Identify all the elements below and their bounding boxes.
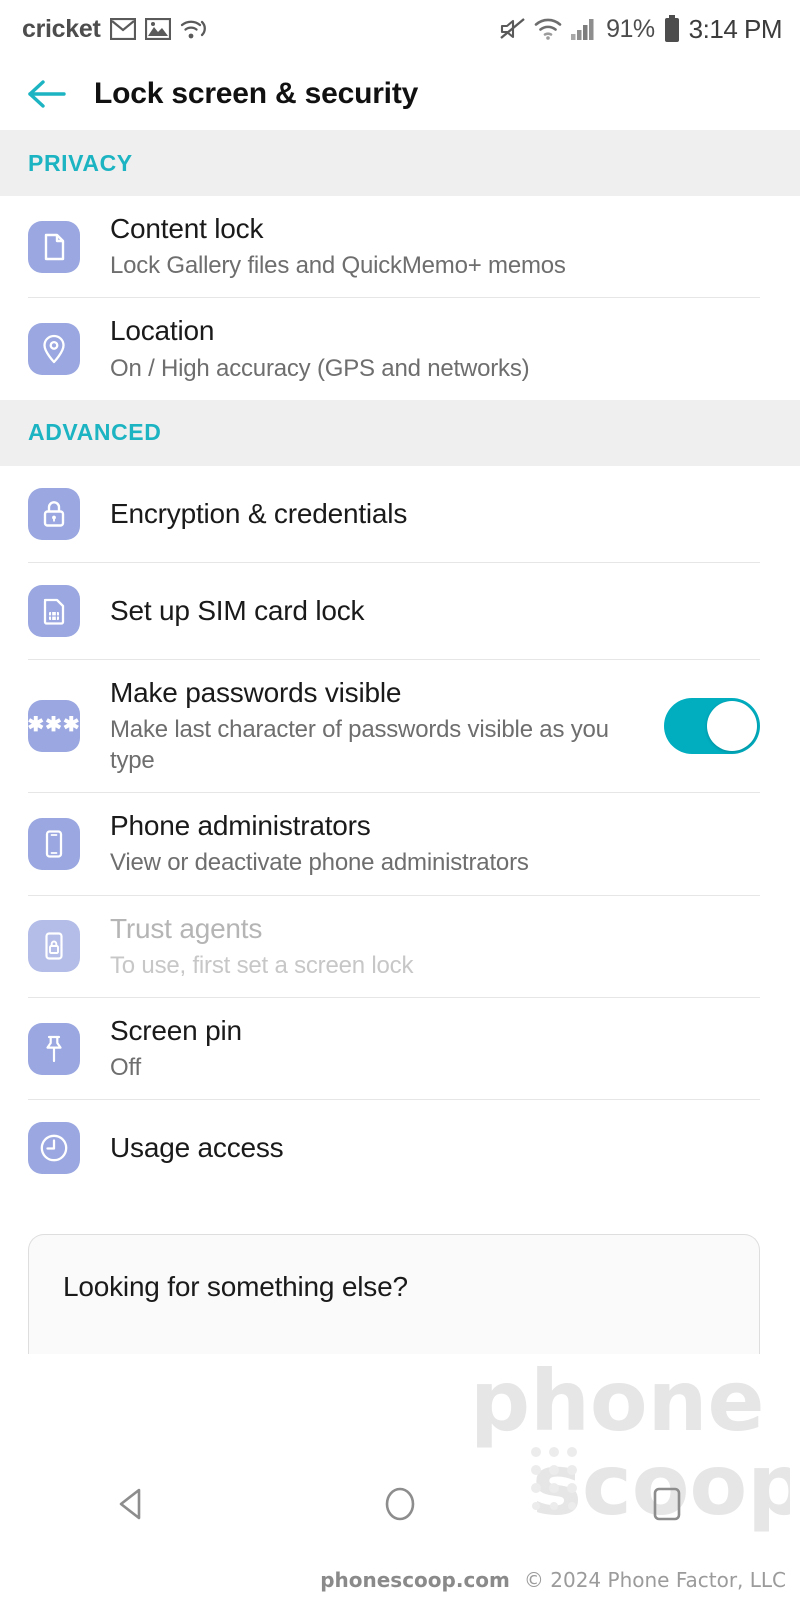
gmail-icon (109, 18, 136, 40)
wifi-calling-icon (180, 17, 206, 41)
photos-icon (144, 18, 171, 40)
phone-screen: cricket 91% 3:14 PM Lock screen & securi… (0, 0, 800, 1600)
nav-recents-icon[interactable] (607, 1464, 727, 1544)
settings-row[interactable]: Encryption & credentials (0, 465, 800, 562)
settings-row-texts: Trust agents To use, first set a screen l… (110, 896, 760, 997)
list-bottom-spacer (0, 1196, 800, 1235)
phone-icon (28, 817, 80, 870)
settings-row-subtitle: Make last character of passwords visible… (110, 715, 609, 775)
wifi-icon (534, 17, 562, 41)
clock-icon (28, 1122, 80, 1175)
lock-icon (28, 487, 80, 540)
system-navigation-bar (0, 1454, 800, 1554)
settings-row: Trust agents To use, first set a screen l… (0, 895, 800, 997)
location-pin-icon (28, 323, 80, 376)
settings-row[interactable]: Usage access (0, 1100, 800, 1197)
section-header-privacy: PRIVACY (0, 130, 800, 196)
settings-row[interactable]: Set up SIM card lock (0, 562, 800, 659)
toggle-knob (707, 700, 757, 751)
settings-list: PRIVACY Content lock Lock Gallery files an… (0, 130, 800, 1355)
settings-row-title: Screen pin (110, 1014, 242, 1046)
nav-back-icon[interactable] (73, 1464, 193, 1544)
settings-row-title: Make passwords visible (110, 676, 402, 708)
settings-row-subtitle: To use, first set a screen lock (110, 951, 414, 979)
section-header-advanced: ADVANCED (0, 399, 800, 466)
settings-row-texts: Screen pin Off (110, 998, 760, 1099)
settings-row-texts: Usage access (110, 1115, 760, 1181)
section-header-label: PRIVACY (28, 149, 133, 176)
status-bar-right: 91% 3:14 PM (499, 13, 783, 45)
settings-row[interactable]: ✱✱✱ Make passwords visible Make last chara… (0, 659, 800, 793)
settings-row-subtitle: Off (110, 1054, 141, 1082)
settings-row-title: Phone administrators (110, 810, 371, 842)
document-icon (28, 220, 80, 273)
settings-row[interactable]: Content lock Lock Gallery files and Quick… (0, 196, 800, 298)
make-passwords-visible-toggle[interactable] (664, 697, 760, 754)
settings-group: Encryption & credentials Set up SIM card … (0, 465, 800, 1197)
settings-row-texts: Content lock Lock Gallery files and Quick… (110, 196, 760, 297)
settings-row-title: Encryption & credentials (110, 497, 408, 529)
settings-row-texts: Phone administrators View or deactivate p… (110, 793, 760, 894)
settings-row[interactable]: Location On / High accuracy (GPS and netw… (0, 298, 800, 400)
settings-row[interactable]: Screen pin Off (0, 997, 800, 1100)
settings-row-subtitle: On / High accuracy (GPS and networks) (110, 354, 530, 382)
settings-row-title: Set up SIM card lock (110, 594, 365, 626)
pushpin-icon (28, 1022, 80, 1075)
footer-site-label: phonescoop.com (320, 1568, 510, 1592)
settings-row-title: Location (110, 315, 215, 347)
page-title: Lock screen & security (94, 77, 419, 110)
settings-row-texts: Location On / High accuracy (GPS and netw… (110, 298, 760, 399)
settings-row-title: Usage access (110, 1132, 284, 1164)
carrier-label: cricket (22, 14, 101, 43)
footer-copyright-label: © 2024 Phone Factor, LLC (523, 1568, 786, 1592)
asterisks-icon: ✱✱✱ (27, 699, 81, 752)
asterisks-glyph: ✱✱✱ (27, 713, 81, 736)
section-header-label: ADVANCED (28, 419, 162, 446)
settings-row-subtitle: Lock Gallery files and QuickMemo+ memos (110, 252, 566, 280)
page-footer: phonescoop.com © 2024 Phone Factor, LLC (320, 1568, 786, 1592)
battery-percent-label: 91% (606, 14, 655, 43)
settings-row-title: Content lock (110, 213, 264, 244)
battery-icon (663, 15, 681, 43)
settings-group: Content lock Lock Gallery files and Quick… (0, 196, 800, 400)
status-bar-left: cricket (22, 15, 206, 44)
settings-row-texts: Encryption & credentials (110, 481, 760, 547)
watermark-line1: phone (470, 1352, 764, 1450)
settings-row[interactable]: Phone administrators View or deactivate p… (0, 793, 800, 895)
settings-row-subtitle: View or deactivate phone administrators (110, 849, 529, 877)
settings-row-texts: Set up SIM card lock (110, 578, 760, 644)
back-arrow-icon[interactable] (26, 73, 68, 115)
clock-label: 3:14 PM (688, 13, 783, 44)
cellular-signal-icon (570, 17, 598, 41)
nav-home-icon[interactable] (340, 1464, 460, 1544)
sim-card-icon (28, 584, 80, 637)
mute-icon (499, 17, 526, 41)
phone-lock-icon (28, 920, 80, 973)
settings-row-texts: Make passwords visible Make last characte… (110, 660, 648, 793)
card-title: Looking for something else? (63, 1271, 408, 1303)
app-toolbar: Lock screen & security (0, 58, 800, 130)
looking-for-something-else-card[interactable]: Looking for something else? (28, 1234, 760, 1355)
settings-row-title: Trust agents (110, 912, 263, 944)
status-bar: cricket 91% 3:14 PM (0, 0, 800, 58)
